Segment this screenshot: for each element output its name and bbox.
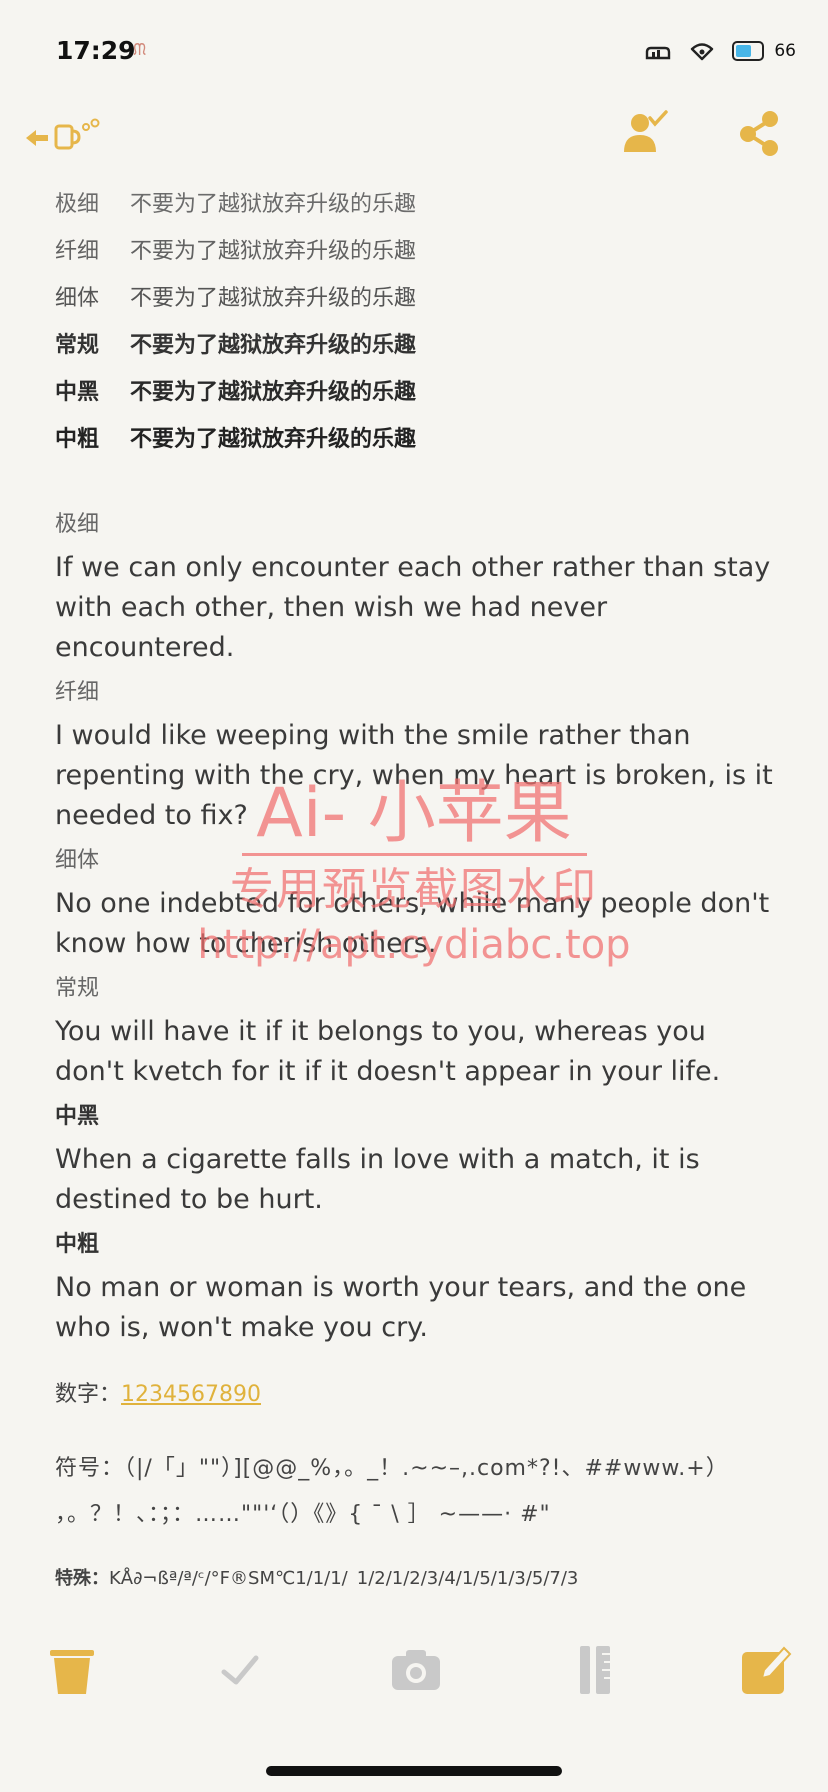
- weight-row: 纤细 不要为了越狱放弃升级的乐趣: [55, 225, 775, 272]
- status-time: 17:29: [56, 36, 136, 65]
- symbols-label: 符号：: [55, 1456, 125, 1481]
- weight-sample: 不要为了越狱放弃升级的乐趣: [130, 379, 417, 405]
- special-chars: KÅ∂¬ßª/ª/ᶜ/°F®SM℃1/1/1/_1/2/1/2/3/4/1/5/…: [109, 1568, 579, 1586]
- symbols-line1: （|/「」""）][@@_%，。_！.~~–,.com*?!、##www.+）: [124, 1456, 729, 1481]
- symbols-line2: ，。？！、：；：……""'‘（）《》{ ˉ \ ］ ~——· #": [55, 1502, 551, 1527]
- home-indicator: [266, 1766, 562, 1776]
- digits-label: 数字：: [55, 1382, 122, 1407]
- special-label: 特殊：: [55, 1568, 109, 1586]
- section-text: You will have it if it belongs to you, w…: [55, 1016, 721, 1087]
- trash-icon[interactable]: [42, 1640, 102, 1700]
- battery-indicator: 66: [732, 41, 796, 61]
- section-text: When a cigarette falls in love with a ma…: [55, 1144, 700, 1215]
- status-bar: 17:29 ᙏ 66: [0, 0, 828, 100]
- symbols-block: 符号：（|/「」""）][@@_%，。_！.~~–,.com*?!、##www.…: [55, 1446, 775, 1538]
- weight-label: 中黑: [55, 379, 100, 405]
- compose-icon[interactable]: [736, 1640, 796, 1700]
- weight-row: 中黑 不要为了越狱放弃升级的乐趣: [55, 366, 775, 413]
- weight-list: 极细 不要为了越狱放弃升级的乐趣 纤细 不要为了越狱放弃升级的乐趣 细体 不要为…: [55, 178, 775, 460]
- signal-icon: [646, 46, 671, 60]
- digits-link[interactable]: 1234567890: [121, 1382, 261, 1407]
- section-label: 纤细: [55, 680, 100, 705]
- section-text: No one indebted for others, while many p…: [55, 888, 770, 959]
- weight-sample: 不要为了越狱放弃升级的乐趣: [130, 238, 417, 264]
- weight-label: 中粗: [55, 426, 100, 452]
- contact-check-icon[interactable]: [622, 108, 670, 158]
- weight-sample: 不要为了越狱放弃升级的乐趣: [130, 426, 417, 452]
- sample-section: 极细 If we can only encounter each other r…: [55, 510, 775, 668]
- section-label: 中粗: [55, 1232, 100, 1257]
- weight-label: 纤细: [55, 238, 100, 264]
- checkmark-icon[interactable]: [210, 1640, 270, 1700]
- section-text: I would like weeping with the smile rath…: [55, 720, 773, 831]
- bottom-fade: [0, 1600, 828, 1640]
- note-body[interactable]: 极细 不要为了越狱放弃升级的乐趣 纤细 不要为了越狱放弃升级的乐趣 细体 不要为…: [55, 178, 775, 1587]
- battery-icon: [732, 41, 765, 61]
- special-chars-row: 特殊：KÅ∂¬ßª/ª/ᶜ/°F®SM℃1/1/1/_1/2/1/2/3/4/1…: [55, 1564, 775, 1586]
- weight-label: 极细: [55, 191, 100, 217]
- sample-section: 中粗 No man or woman is worth your tears, …: [55, 1230, 775, 1348]
- ruler-icon[interactable]: [566, 1640, 626, 1700]
- weight-label: 细体: [55, 285, 100, 311]
- sample-section: 细体 No one indebted for others, while man…: [55, 846, 775, 964]
- sample-section: 纤细 I would like weeping with the smile r…: [55, 678, 775, 836]
- share-icon[interactable]: [736, 108, 784, 158]
- weight-sample: 不要为了越狱放弃升级的乐趣: [130, 332, 417, 358]
- status-icons: 66: [644, 40, 796, 62]
- weight-row: 常规 不要为了越狱放弃升级的乐趣: [55, 319, 775, 366]
- weight-row: 极细 不要为了越狱放弃升级的乐趣: [55, 178, 775, 225]
- sample-section: 常规 You will have it if it belongs to you…: [55, 974, 775, 1092]
- wifi-icon: [691, 43, 714, 61]
- weight-row: 细体 不要为了越狱放弃升级的乐趣: [55, 272, 775, 319]
- section-label: 细体: [55, 848, 100, 873]
- back-arrow-mug-icon[interactable]: [22, 112, 102, 156]
- weight-sample: 不要为了越狱放弃升级的乐趣: [130, 191, 417, 217]
- section-label: 常规: [55, 976, 100, 1001]
- section-text: If we can only encounter each other rath…: [55, 552, 771, 663]
- sample-section: 中黑 When a cigarette falls in love with a…: [55, 1102, 775, 1220]
- weight-sample: 不要为了越狱放弃升级的乐趣: [130, 285, 417, 311]
- camera-icon[interactable]: [386, 1640, 446, 1700]
- weight-label: 常规: [55, 332, 100, 358]
- bottom-toolbar: [0, 1640, 828, 1720]
- digits-row: 数字：1234567890: [55, 1376, 775, 1408]
- notification-icon: ᙏ: [133, 40, 147, 59]
- section-label: 极细: [55, 512, 100, 537]
- battery-level: 66: [774, 41, 796, 61]
- section-label: 中黑: [55, 1104, 100, 1129]
- section-text: No man or woman is worth your tears, and…: [55, 1272, 747, 1343]
- weight-row: 中粗 不要为了越狱放弃升级的乐趣: [55, 413, 775, 460]
- note-toolbar: [0, 104, 828, 168]
